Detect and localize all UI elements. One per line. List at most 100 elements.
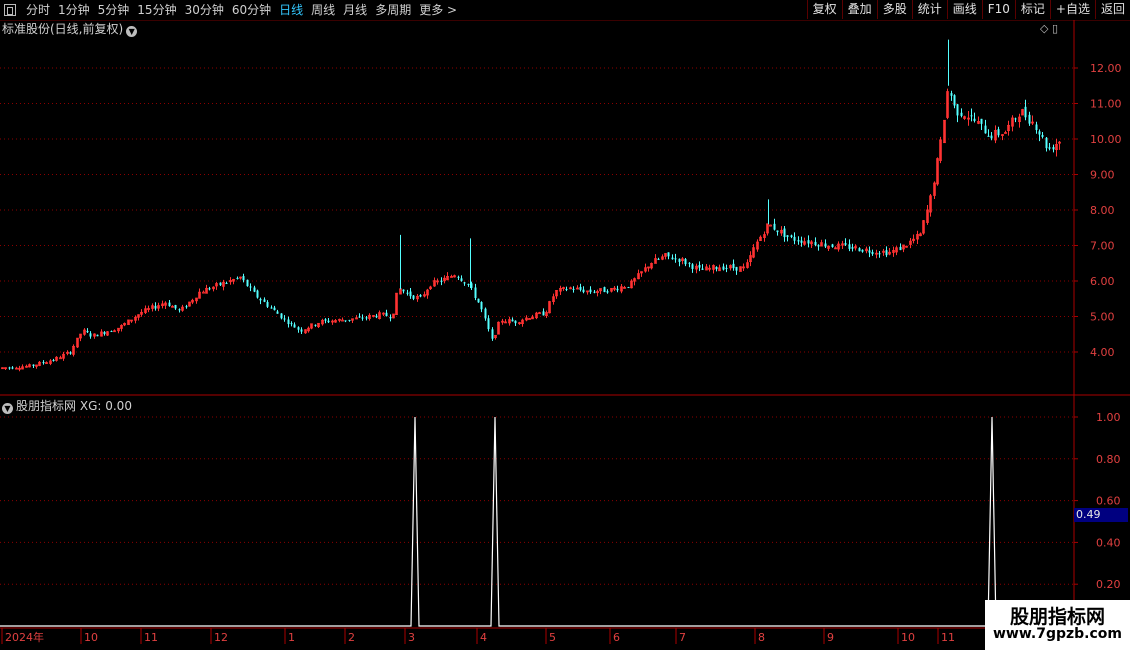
candle-body xyxy=(878,253,881,255)
date-tick-label: 4 xyxy=(480,631,487,644)
chart-canvas[interactable]: 12.0011.0010.009.008.007.006.005.004.001… xyxy=(0,0,1130,650)
candle-body xyxy=(477,298,480,303)
candle-body xyxy=(259,298,262,301)
candle-body xyxy=(290,323,293,325)
candle-body xyxy=(984,125,987,134)
candle-body xyxy=(956,104,959,116)
candle-body xyxy=(266,301,269,307)
candle-body xyxy=(457,276,460,278)
candle-body xyxy=(242,276,245,281)
candle-body xyxy=(793,236,796,241)
candle-body xyxy=(582,289,585,293)
candle-body xyxy=(409,291,412,297)
indicator-tick-label: 1.00 xyxy=(1096,411,1121,424)
candle-body xyxy=(406,292,409,294)
candle-body xyxy=(674,258,677,260)
candle-body xyxy=(817,245,820,247)
candle-body xyxy=(361,317,364,319)
candle-body xyxy=(419,294,422,297)
candle-body xyxy=(89,333,92,337)
candle-body xyxy=(297,327,300,330)
candle-body xyxy=(246,279,249,287)
candle-body xyxy=(684,259,687,265)
date-tick-label: 11 xyxy=(941,631,955,644)
candle-body xyxy=(814,241,817,246)
candle-body xyxy=(385,312,388,317)
candle-body xyxy=(440,280,443,282)
candle-body xyxy=(110,331,113,333)
candle-body xyxy=(202,291,205,294)
candle-body xyxy=(715,266,718,270)
candle-body xyxy=(103,331,106,335)
candle-body xyxy=(627,287,630,289)
candle-body xyxy=(565,289,568,291)
candle-body xyxy=(86,330,89,333)
candle-body xyxy=(283,318,286,320)
candle-body xyxy=(987,135,990,137)
candle-body xyxy=(253,287,256,292)
watermark: 股朋指标网 www.7gpzb.com xyxy=(985,600,1130,650)
candle-body xyxy=(667,252,670,257)
candle-body xyxy=(797,240,800,242)
candle-body xyxy=(691,264,694,269)
candle-body xyxy=(42,362,45,364)
candle-body xyxy=(460,278,463,281)
candle-body xyxy=(358,316,361,318)
candle-body xyxy=(467,283,470,285)
candle-body xyxy=(293,324,296,328)
candle-body xyxy=(365,317,368,319)
candle-body xyxy=(236,277,239,279)
candle-body xyxy=(256,290,259,298)
candle-body xyxy=(208,288,211,290)
candle-body xyxy=(807,240,810,244)
candle-body xyxy=(480,302,483,310)
candle-body xyxy=(980,118,983,124)
candle-body xyxy=(589,289,592,293)
candle-body xyxy=(8,367,11,369)
candle-body xyxy=(960,112,963,116)
candle-body xyxy=(868,250,871,253)
candle-body xyxy=(263,299,266,302)
candle-body xyxy=(871,251,874,255)
watermark-url: www.7gpzb.com xyxy=(992,626,1122,642)
candle-body xyxy=(800,240,803,243)
candle-body xyxy=(786,235,789,237)
candle-body xyxy=(270,307,273,309)
candle-body xyxy=(769,224,772,227)
candle-body xyxy=(154,305,157,309)
date-tick-label: 6 xyxy=(613,631,620,644)
candle-body xyxy=(776,230,779,233)
candle-body xyxy=(542,311,545,316)
candle-body xyxy=(314,324,317,326)
candle-body xyxy=(848,244,851,249)
price-tick-label: 5.00 xyxy=(1090,311,1115,324)
candle-body xyxy=(59,357,62,360)
candle-body xyxy=(389,317,392,319)
date-tick-label: 3 xyxy=(408,631,415,644)
date-tick-label: 9 xyxy=(827,631,834,644)
candle-body xyxy=(657,258,660,260)
candle-body xyxy=(735,266,738,271)
candle-body xyxy=(990,135,993,139)
candle-body xyxy=(174,305,177,309)
price-tick-label: 6.00 xyxy=(1090,275,1115,288)
candle-body xyxy=(950,93,953,96)
candle-body xyxy=(287,319,290,325)
date-tick-label: 8 xyxy=(758,631,765,644)
candle-body xyxy=(790,235,793,237)
candle-body xyxy=(671,257,674,260)
candle-body xyxy=(722,266,725,270)
candle-body xyxy=(1035,124,1038,131)
candle-body xyxy=(953,95,956,106)
candle-body xyxy=(858,248,861,252)
candle-body xyxy=(603,287,606,293)
price-tick-label: 8.00 xyxy=(1090,204,1115,217)
candle-body xyxy=(327,320,330,323)
date-tick-label: 10 xyxy=(901,631,915,644)
candle-body xyxy=(52,360,55,362)
price-tick-label: 11.00 xyxy=(1090,98,1122,111)
candle-body xyxy=(1045,137,1048,149)
candle-body xyxy=(997,129,1000,136)
candle-body xyxy=(178,309,181,311)
candle-body xyxy=(606,291,609,293)
